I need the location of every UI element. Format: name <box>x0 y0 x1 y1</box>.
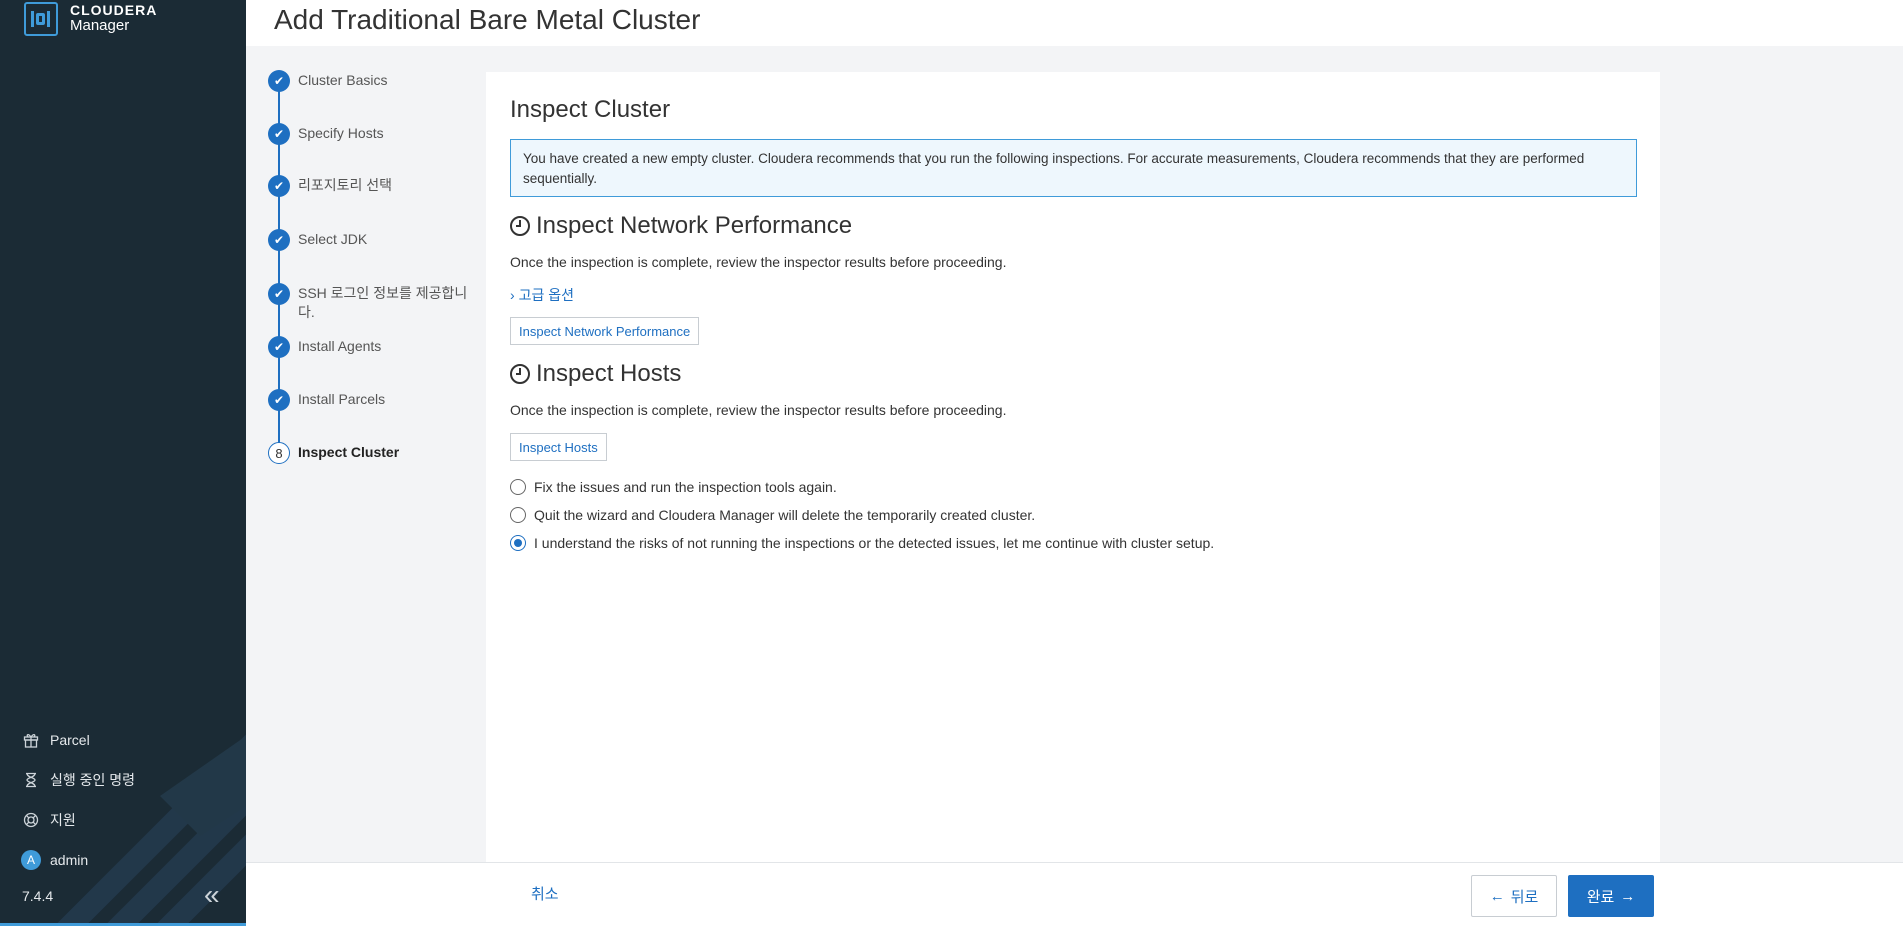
step-label: Select JDK <box>298 231 368 247</box>
step-cluster-basics[interactable]: ✔ Cluster Basics <box>268 70 478 92</box>
main-content-card: Inspect Cluster You have created a new e… <box>486 72 1660 862</box>
sidebar-item-label: 실행 중인 명령 <box>50 772 136 788</box>
wizard-footer: 취소 ← 뒤로 완료 → <box>246 862 1903 926</box>
step-select-jdk[interactable]: ✔ Select JDK <box>268 229 478 251</box>
hosts-section-title: Inspect Hosts <box>510 360 681 388</box>
clock-icon <box>510 216 530 236</box>
step-ssh-credentials[interactable]: ✔ SSH 로그인 정보를 제공합니다. <box>268 283 476 322</box>
logo-brand: CLOUDERA <box>70 2 158 18</box>
chevron-right-icon: › <box>510 287 515 303</box>
check-icon: ✔ <box>268 283 290 305</box>
step-label: Specify Hosts <box>298 125 384 141</box>
logo-icon <box>24 2 58 36</box>
step-install-parcels[interactable]: ✔ Install Parcels <box>268 389 478 411</box>
network-section-title: Inspect Network Performance <box>510 212 852 240</box>
radio-button-checked[interactable] <box>510 535 526 551</box>
hourglass-icon <box>20 769 42 791</box>
step-number: 8 <box>268 442 290 464</box>
step-label: Install Parcels <box>298 391 386 407</box>
step-label: Install Agents <box>298 338 382 354</box>
sidebar-item-label: admin <box>50 852 89 868</box>
gift-icon <box>20 729 42 751</box>
info-alert: You have created a new empty cluster. Cl… <box>510 139 1637 197</box>
radio-button[interactable] <box>510 507 526 523</box>
sidebar-item-label: 지원 <box>50 812 76 828</box>
step-label: Inspect Cluster <box>298 444 400 460</box>
advanced-options-toggle[interactable]: › 고급 옵션 <box>510 285 574 305</box>
option-continue-setup[interactable]: I understand the risks of not running th… <box>510 535 1214 551</box>
sidebar-item-running-commands[interactable]: 실행 중인 명령 <box>20 760 230 800</box>
back-button[interactable]: ← 뒤로 <box>1471 875 1557 917</box>
network-description: Once the inspection is complete, review … <box>510 254 1007 270</box>
avatar: A <box>21 850 41 870</box>
step-specify-hosts[interactable]: ✔ Specify Hosts <box>268 123 478 145</box>
sidebar-item-admin[interactable]: A admin <box>20 840 230 880</box>
sidebar-item-parcel[interactable]: Parcel <box>20 720 230 760</box>
option-quit-wizard[interactable]: Quit the wizard and Cloudera Manager wil… <box>510 507 1035 523</box>
check-icon: ✔ <box>268 229 290 251</box>
arrow-left-icon: ← <box>1489 887 1505 905</box>
logo-product: Manager <box>70 17 130 34</box>
option-fix-issues[interactable]: Fix the issues and run the inspection to… <box>510 479 837 495</box>
check-icon: ✔ <box>268 175 290 197</box>
page-header: Add Traditional Bare Metal Cluster <box>246 0 1903 46</box>
lifebuoy-icon <box>20 809 42 831</box>
collapse-sidebar-icon[interactable]: « <box>204 881 220 909</box>
cancel-link[interactable]: 취소 <box>531 883 559 904</box>
check-icon: ✔ <box>268 336 290 358</box>
step-inspect-cluster[interactable]: 8 Inspect Cluster <box>268 442 478 464</box>
sidebar-item-label: Parcel <box>50 732 90 748</box>
sidebar: CLOUDERA Manager Parcel 실행 중인 명령 지원 A ad… <box>0 0 246 926</box>
inspect-network-button[interactable]: Inspect Network Performance <box>510 317 700 345</box>
version-label: 7.4.4 <box>22 888 54 904</box>
step-label: Cluster Basics <box>298 72 388 88</box>
radio-button[interactable] <box>510 479 526 495</box>
clock-icon <box>510 364 530 384</box>
page-title: Add Traditional Bare Metal Cluster <box>274 4 701 35</box>
hosts-description: Once the inspection is complete, review … <box>510 402 1007 418</box>
step-label: SSH 로그인 정보를 제공합니다. <box>298 285 468 320</box>
arrow-right-icon: → <box>1620 887 1636 905</box>
section-heading: Inspect Cluster <box>510 96 671 123</box>
check-icon: ✔ <box>268 70 290 92</box>
step-label: 리포지토리 선택 <box>298 177 393 193</box>
check-icon: ✔ <box>268 389 290 411</box>
sidebar-nav: Parcel 실행 중인 명령 지원 A admin <box>20 720 230 880</box>
cloudera-logo[interactable]: CLOUDERA Manager <box>24 2 157 36</box>
inspect-hosts-button[interactable]: Inspect Hosts <box>510 433 607 461</box>
step-install-agents[interactable]: ✔ Install Agents <box>268 336 478 358</box>
check-icon: ✔ <box>268 123 290 145</box>
finish-button[interactable]: 완료 → <box>1568 875 1654 917</box>
sidebar-item-support[interactable]: 지원 <box>20 800 230 840</box>
step-select-repository[interactable]: ✔ 리포지토리 선택 <box>268 175 478 197</box>
